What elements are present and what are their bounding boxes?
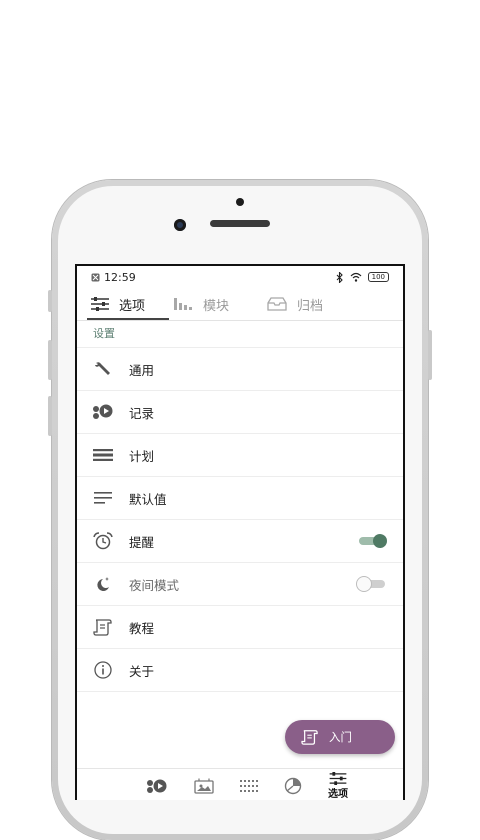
histogram-icon (174, 298, 193, 310)
status-time: 12:59 (104, 270, 136, 284)
menu-item-label: 计划 (129, 448, 155, 464)
section-header-settings: 设置 (77, 321, 403, 348)
grid-dots-icon (240, 779, 258, 792)
bottom-navigation: 选项 (77, 768, 403, 800)
volume-down-button (48, 396, 52, 436)
sliders-icon (91, 297, 109, 311)
active-tab-indicator (87, 318, 169, 320)
volume-up-button (48, 340, 52, 380)
scroll-icon (301, 730, 318, 745)
moon-icon (97, 577, 109, 591)
get-started-button[interactable]: 入门 (285, 720, 395, 754)
scroll-icon (93, 619, 112, 636)
schedule-icon (93, 449, 113, 461)
nav-options[interactable]: 选项 (328, 771, 348, 800)
sliders-icon (329, 771, 347, 785)
earpiece-speaker (210, 220, 270, 227)
app-screen: 12:59 100 选项 模块 归档 设置 通用 记录 计划 默认值 提醒 夜间… (75, 264, 405, 800)
pie-chart-icon (284, 777, 302, 794)
get-started-label: 入门 (329, 730, 352, 744)
menu-item-label: 教程 (129, 620, 155, 636)
toggle-thumb (357, 577, 371, 591)
media-frame-icon (194, 778, 214, 794)
mute-switch (48, 290, 52, 312)
reminder-toggle[interactable] (357, 534, 387, 548)
info-icon (94, 661, 112, 679)
wifi-icon (350, 272, 362, 282)
top-tabs: 选项 模块 归档 (77, 288, 403, 321)
front-camera-icon (174, 219, 186, 231)
menu-item-reminder[interactable]: 提醒 (77, 520, 403, 563)
notification-icon (91, 273, 100, 281)
menu-item-label: 提醒 (129, 534, 155, 550)
menu-item-label: 记录 (129, 405, 155, 421)
nav-grid[interactable] (240, 778, 258, 794)
tab-archive[interactable]: 归档 (243, 288, 337, 320)
menu-item-general[interactable]: 通用 (77, 348, 403, 391)
nav-options-label: 选项 (328, 788, 348, 800)
menu-item-label: 默认值 (129, 491, 167, 507)
tab-options-label: 选项 (119, 298, 146, 314)
menu-item-schedule[interactable]: 计划 (77, 434, 403, 477)
menu-item-defaults[interactable]: 默认值 (77, 477, 403, 520)
toggle-thumb (373, 534, 387, 548)
night-mode-toggle[interactable] (357, 577, 387, 591)
record-icon (147, 779, 167, 793)
tab-archive-label: 归档 (297, 298, 324, 314)
nav-media[interactable] (194, 778, 214, 794)
proximity-sensor (236, 198, 244, 206)
alarm-icon (93, 532, 113, 550)
menu-item-label: 夜间模式 (129, 577, 180, 593)
menu-item-tutorial[interactable]: 教程 (77, 606, 403, 649)
wrench-icon (95, 362, 110, 375)
bluetooth-icon (336, 271, 343, 283)
battery-indicator: 100 (367, 272, 389, 282)
menu-item-about[interactable]: 关于 (77, 649, 403, 692)
menu-item-record[interactable]: 记录 (77, 391, 403, 434)
tab-options[interactable]: 选项 (77, 288, 159, 320)
archive-box-icon (267, 297, 287, 311)
power-button (428, 330, 432, 380)
menu-item-label: 关于 (129, 663, 155, 679)
status-bar: 12:59 100 (77, 266, 403, 288)
menu-item-night-mode[interactable]: 夜间模式 (77, 563, 403, 606)
nav-stats[interactable] (284, 777, 302, 795)
lines-icon (94, 492, 112, 504)
record-icon (93, 404, 113, 419)
tab-modules[interactable]: 模块 (159, 288, 243, 320)
menu-item-label: 通用 (129, 362, 155, 378)
nav-record[interactable] (146, 778, 168, 794)
tab-modules-label: 模块 (203, 298, 230, 314)
